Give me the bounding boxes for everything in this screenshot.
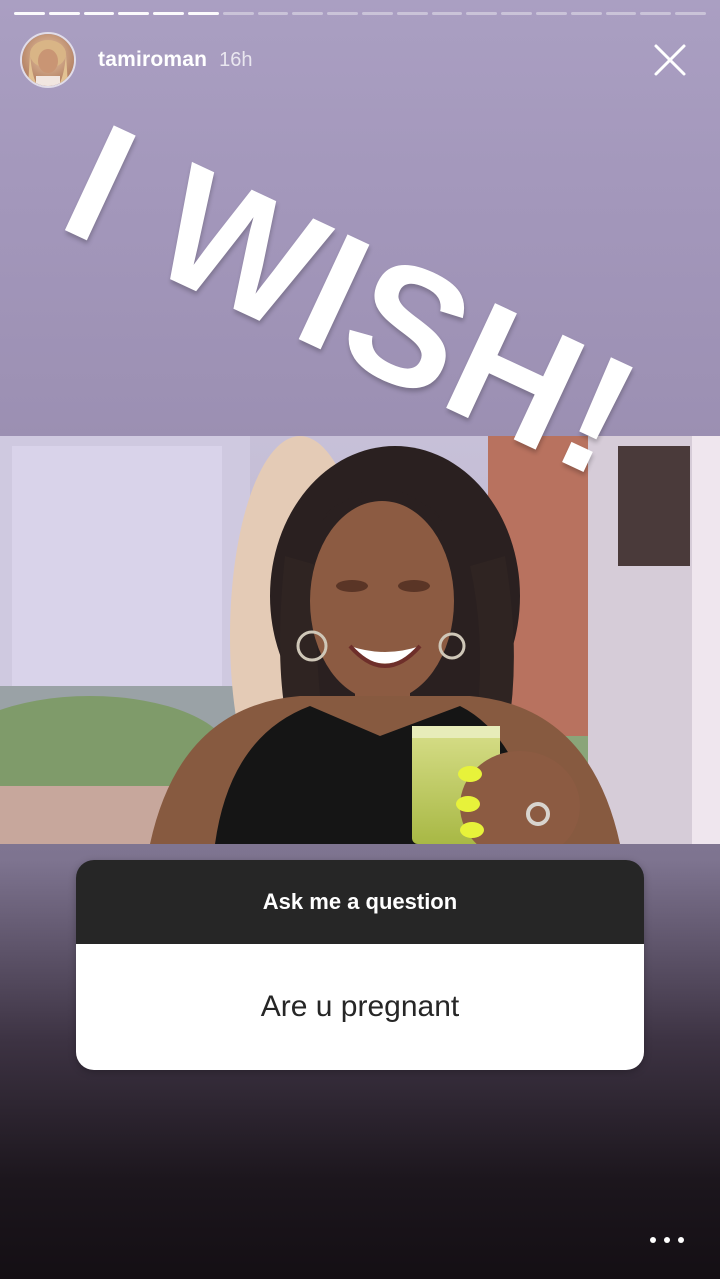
story-timestamp: 16h [219,48,253,71]
more-options-icon [650,1237,656,1243]
story-gif [0,436,720,844]
more-options-icon [664,1237,670,1243]
more-options-button[interactable] [650,1233,684,1247]
more-options-icon [678,1237,684,1243]
story-viewer[interactable]: tamiroman 16h I WISH! Ask me a question … [0,0,720,1279]
story-progress-segment [153,12,184,15]
avatar-image [22,34,74,86]
story-progress-segment [48,12,80,15]
close-icon [654,44,686,76]
story-progress-segment [675,12,706,15]
story-progress-bar [14,12,706,16]
story-progress-segment [640,12,672,15]
story-progress-segment [396,12,428,15]
story-progress-segment [327,12,358,15]
story-progress-segment [222,12,254,15]
story-progress-segment [570,12,602,15]
story-progress-segment [257,12,289,15]
close-button[interactable] [650,40,690,80]
story-progress-segment [187,12,219,15]
username[interactable]: tamiroman [98,48,207,72]
story-progress-segment [501,12,532,15]
question-prompt: Ask me a question [76,860,644,944]
story-progress-segment [292,12,324,15]
story-progress-segment [361,12,393,15]
story-progress-segment [535,12,567,15]
story-progress-segment [118,12,150,15]
question-sticker[interactable]: Ask me a question Are u pregnant [76,860,644,1070]
avatar[interactable] [20,32,76,88]
story-progress-segment [431,12,463,15]
question-answer: Are u pregnant [76,944,644,1070]
story-progress-segment [14,12,45,15]
story-progress-segment [605,12,637,15]
story-header: tamiroman 16h [20,30,704,90]
story-progress-segment [83,12,115,15]
story-progress-segment [466,12,498,15]
gif-image [0,436,720,844]
